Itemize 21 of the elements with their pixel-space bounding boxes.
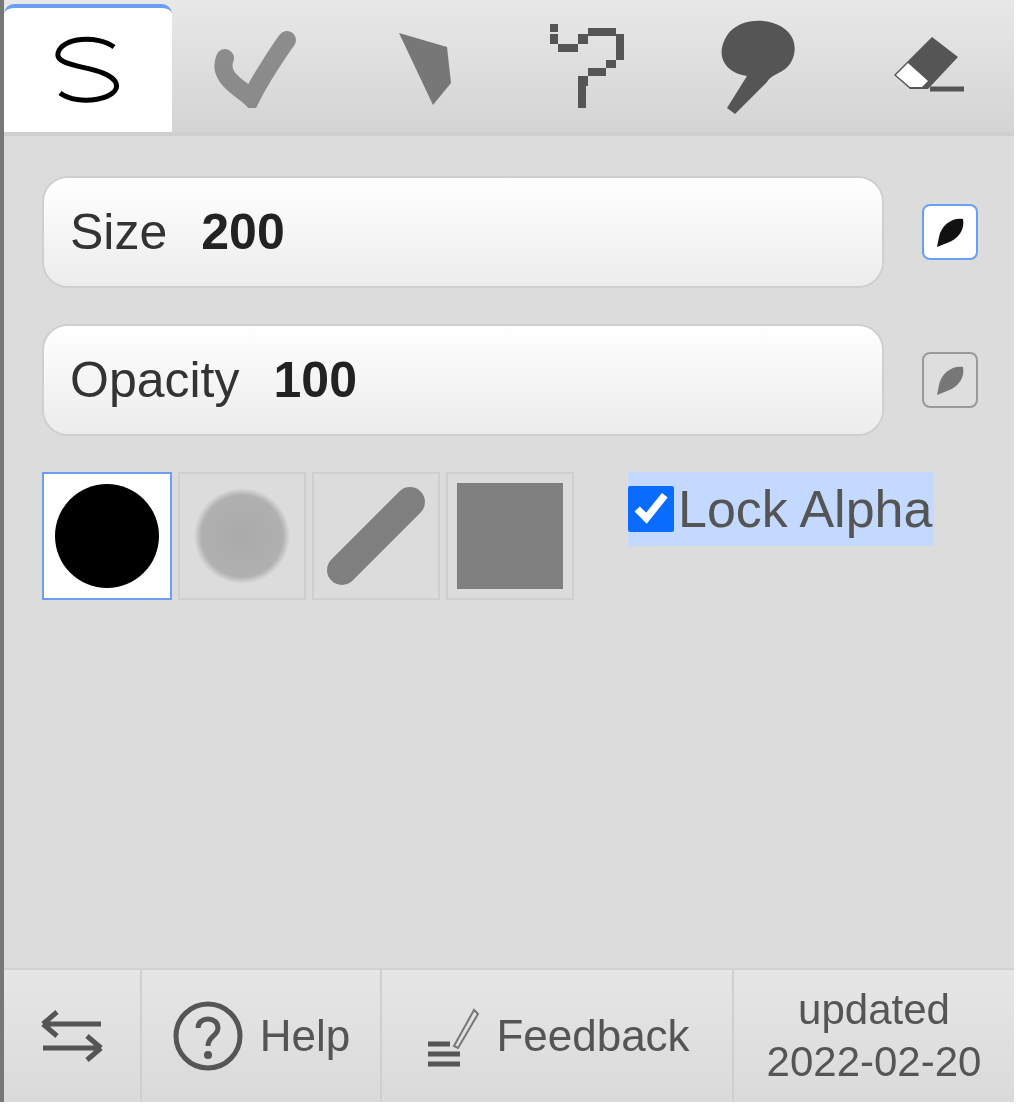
updated-date: updated 2022-02-20 (765, 985, 983, 1087)
slider-label: Opacity (70, 350, 240, 410)
slider-field[interactable]: Opacity 100 (42, 324, 884, 436)
feedback-button[interactable]: Feedback (382, 970, 734, 1102)
pressure-toggle[interactable] (922, 204, 978, 260)
round-brush-icon (53, 482, 161, 590)
slider-field[interactable]: Size 200 (42, 176, 884, 288)
soft-brush-icon (192, 486, 292, 586)
swap-arrows-icon (39, 1008, 105, 1064)
stroke-brush-icon (324, 484, 428, 588)
help-icon (171, 1000, 244, 1072)
square-brush-icon (457, 483, 563, 589)
tool-tab[interactable] (4, 4, 172, 132)
brush-shape-button[interactable] (42, 472, 172, 600)
pressure-toggle[interactable] (922, 352, 978, 408)
slider-label: Size (70, 202, 168, 262)
slider-value: 100 (273, 350, 357, 410)
slider-value: 200 (201, 202, 285, 262)
help-button[interactable]: Help (142, 970, 382, 1102)
lock-alpha-label: Lock Alpha (678, 479, 933, 540)
lock-alpha-checkbox[interactable] (628, 486, 674, 532)
